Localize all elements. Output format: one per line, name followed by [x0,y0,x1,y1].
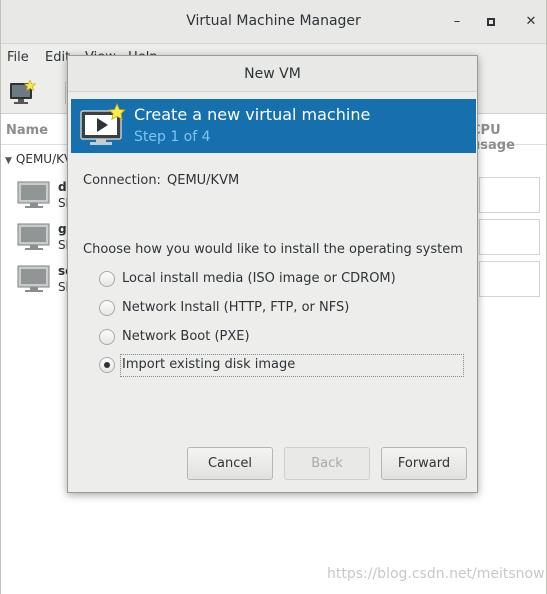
radio-label[interactable]: Network Install (HTTP, FTP, or NFS) [122,300,349,315]
watermark: https://blog.csdn.net/meitsnow [327,566,545,582]
back-button[interactable]: Back [284,447,370,480]
window-titlebar[interactable]: Virtual Machine Manager – ✕ [1,0,546,44]
connection-label: Connection: [83,173,161,188]
radio-button-selected[interactable] [99,357,115,373]
monitor-icon [17,265,50,292]
new-vm-icon [10,79,37,104]
dialog-title: New VM [244,66,301,82]
cpu-usage-graph [479,177,540,213]
new-vm-button[interactable] [9,79,37,106]
close-button[interactable]: ✕ [521,12,541,32]
cancel-button[interactable]: Cancel [187,447,273,480]
wizard-title: Create a new virtual machine [134,105,371,124]
maximize-button[interactable] [481,12,501,32]
menu-file[interactable]: File [7,50,29,65]
wizard-header: Create a new virtual machine Step 1 of 4 [71,99,476,153]
toolbar-separator [65,82,66,104]
column-cpu-usage[interactable]: CPU usage [471,123,546,153]
forward-button[interactable]: Forward [381,447,467,480]
minimize-button[interactable]: – [447,12,467,32]
cpu-usage-graph [479,261,540,297]
radio-label[interactable]: Import existing disk image [122,357,295,372]
radio-button[interactable] [99,300,115,316]
radio-button[interactable] [99,329,115,345]
maximize-icon [487,17,495,26]
column-name[interactable]: Name [6,123,48,138]
monitor-icon [17,181,50,208]
radio-label[interactable]: Network Boot (PXE) [122,329,250,344]
expander-arrow-icon[interactable]: ▼ [5,156,12,166]
connection-value: QEMU/KVM [167,173,240,188]
cpu-usage-graph [479,219,540,255]
wizard-step: Step 1 of 4 [134,129,211,145]
monitor-icon [17,223,50,250]
new-vm-dialog: New VM Create a new virtual machine Step… [67,55,478,493]
dialog-titlebar[interactable]: New VM [68,56,477,92]
new-vm-monitor-icon [80,103,126,145]
radio-label[interactable]: Local install media (ISO image or CDROM) [122,271,396,286]
radio-button[interactable] [99,271,115,287]
install-method-label: Choose how you would like to install the… [83,242,463,257]
